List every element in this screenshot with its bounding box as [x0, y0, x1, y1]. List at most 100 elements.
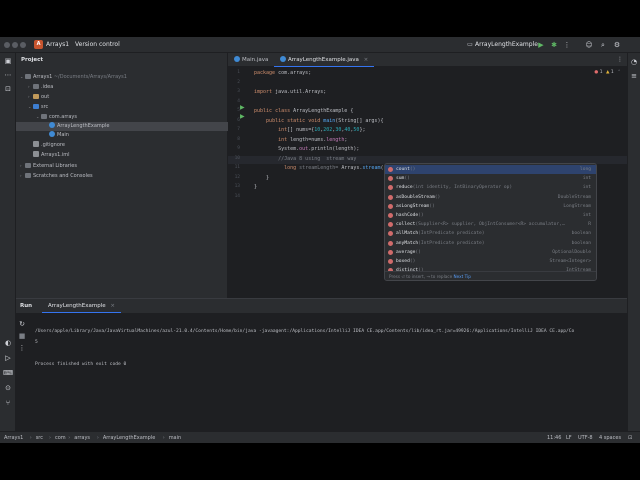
completion-item-signature: (IntPredicate predicate) — [418, 240, 485, 246]
caret-position[interactable]: 11:46 — [547, 432, 561, 444]
line-number: 8 — [237, 136, 240, 142]
completion-item[interactable]: reduce(int identity, IntBinaryOperator o… — [385, 183, 596, 192]
tab-main-java[interactable]: Main.java — [228, 53, 274, 67]
completion-item[interactable]: asDoubleStream() DoubleStream — [385, 193, 596, 202]
completion-item-label: asDoubleStream — [396, 194, 435, 200]
completion-item-signature: () — [434, 194, 441, 200]
tree-item[interactable]: › out — [16, 92, 228, 101]
completion-footer: Press ⏎ to insert, → to replace Next Tip — [385, 271, 596, 280]
tree-item[interactable]: Arrays1.iml — [16, 151, 228, 160]
tree-item[interactable]: ⌄ src — [16, 102, 228, 111]
completion-item-type: boolean — [571, 231, 591, 237]
tab-arraylengthexample-java[interactable]: ArrayLengthExample.java × — [274, 53, 375, 67]
window-zoom-button[interactable] — [20, 42, 26, 48]
search-icon[interactable]: ⌕ — [598, 40, 608, 50]
more-icon[interactable]: ⋮ — [17, 343, 27, 353]
folder-icon — [33, 83, 39, 89]
breadcrumb-item[interactable]: Arrays1 — [4, 432, 23, 444]
profile-icon[interactable]: ☺ — [584, 40, 594, 50]
run-tab[interactable]: ArrayLengthExample × — [42, 299, 122, 313]
indent-setting[interactable]: 4 spaces — [599, 432, 621, 444]
completion-item[interactable]: anyMatch(IntPredicate predicate) boolean — [385, 239, 596, 248]
version-control-dropdown[interactable]: Version control — [75, 41, 120, 48]
next-tip-link[interactable]: Next Tip — [454, 274, 471, 279]
error-icon: ● — [594, 70, 599, 75]
completion-item[interactable]: sum() int — [385, 174, 596, 183]
run-config-dropdown[interactable]: ArrayLengthExample — [475, 41, 538, 48]
chevron-up-icon: ⌃ — [617, 70, 621, 75]
breadcrumb-item[interactable]: src — [36, 432, 43, 444]
close-icon[interactable]: × — [364, 57, 369, 63]
breadcrumb-item[interactable]: arrays — [74, 432, 90, 444]
folder-icon — [25, 173, 31, 178]
commit-icon[interactable]: ⊡ — [3, 84, 13, 94]
completion-item-name: anyMatch(IntPredicate predicate) — [396, 239, 485, 248]
project-panel-title[interactable]: Project — [21, 57, 43, 63]
right-tool-strip: ◔ ≡ — [627, 53, 640, 431]
breadcrumb-item[interactable]: com — [55, 432, 66, 444]
chevron-right-icon: › — [49, 435, 51, 441]
tree-item[interactable]: Main — [16, 131, 228, 140]
completion-item-name: reduce(int identity, IntBinaryOperator o… — [396, 183, 512, 192]
completion-item[interactable]: allMatch(IntPredicate predicate) boolean — [385, 229, 596, 238]
file-icon — [33, 141, 39, 148]
tree-item[interactable]: › External Libraries — [16, 161, 228, 170]
line-number: 4 — [237, 98, 240, 104]
line-separator[interactable]: LF — [566, 432, 572, 444]
completion-item-type: OptionalDouble — [552, 249, 591, 255]
git-icon[interactable]: ⑂ — [3, 398, 13, 408]
structure-icon[interactable]: ⋯ — [3, 70, 13, 80]
gear-icon[interactable]: ⚙ — [612, 40, 622, 50]
completion-item[interactable]: asLongStream() LongStream — [385, 202, 596, 211]
completion-item[interactable]: collect(Supplier<R> supplier, ObjIntCons… — [385, 220, 596, 229]
project-badge[interactable]: A — [34, 40, 43, 49]
folder-icon — [41, 113, 47, 119]
more-icon[interactable]: ⋮ — [562, 40, 572, 50]
run-gutter-icon[interactable]: ▶ — [240, 104, 247, 111]
tree-item[interactable]: .gitignore — [16, 141, 228, 150]
problems-icon[interactable]: ⊙ — [3, 383, 13, 393]
database-icon[interactable]: ≡ — [629, 71, 639, 81]
method-icon — [388, 185, 393, 191]
run-tool-icon[interactable]: ▷ — [3, 353, 13, 363]
project-name-dropdown[interactable]: Arrays1 — [46, 41, 69, 48]
lock-icon[interactable]: ⊡ — [628, 432, 632, 444]
run-panel-header: Run ArrayLengthExample × — [16, 299, 627, 313]
completion-item[interactable]: average() OptionalDouble — [385, 248, 596, 257]
notifications-icon[interactable]: ◔ — [629, 57, 639, 67]
completion-item[interactable]: count() long — [385, 165, 596, 175]
completion-item[interactable]: boxed() Stream<Integer> — [385, 257, 596, 266]
completion-item-type: Stream<Integer> — [549, 259, 592, 264]
debug-icon[interactable]: ✱ — [549, 40, 559, 50]
breadcrumb-item[interactable]: ArrayLengthExample — [103, 432, 155, 444]
method-icon — [388, 231, 393, 237]
tree-item[interactable]: › .idea — [16, 82, 228, 91]
terminal-icon[interactable]: ⌨ — [3, 368, 13, 378]
rerun-icon[interactable]: ↻ — [17, 319, 27, 329]
tree-item[interactable]: ⌄ com.arrays — [16, 112, 228, 121]
breadcrumb-item[interactable]: main — [169, 432, 182, 444]
completion-item-signature: () — [429, 203, 435, 209]
console-line: Process finished with exit code 0 — [35, 362, 127, 367]
tree-item[interactable]: ArrayLengthExample — [16, 121, 228, 131]
services-icon[interactable]: ◐ — [3, 338, 13, 348]
tree-item[interactable]: ⌄ Arrays1 ~/Documents/Arrays/Arrays1 — [16, 72, 228, 81]
completion-item-label: reduce — [396, 185, 413, 191]
run-config-icon: ▭ — [467, 41, 473, 48]
stop-icon[interactable]: ■ — [17, 331, 27, 341]
folder-icon[interactable]: ▣ — [3, 56, 13, 66]
method-icon — [388, 167, 393, 172]
completion-item-name: asLongStream() — [396, 202, 435, 211]
window-minimize-button[interactable] — [12, 42, 18, 48]
file-encoding[interactable]: UTF-8 — [578, 432, 593, 444]
run-icon[interactable]: ▶ — [536, 40, 546, 50]
inspection-widget[interactable]: ● 1 ▲ 1 ⌃ — [594, 70, 621, 75]
code-line: public class ArrayLengthExample { — [254, 108, 354, 114]
completion-item[interactable]: hashCode() int — [385, 211, 596, 220]
run-gutter-icon[interactable]: ▶ — [240, 113, 247, 120]
close-icon[interactable]: × — [110, 303, 115, 309]
tree-item[interactable]: › Scratches and Consoles — [16, 171, 228, 180]
window-close-button[interactable] — [4, 42, 10, 48]
more-icon[interactable]: ⋮ — [617, 56, 623, 63]
tree-item-path: ~/Documents/Arrays/Arrays1 — [52, 74, 127, 80]
